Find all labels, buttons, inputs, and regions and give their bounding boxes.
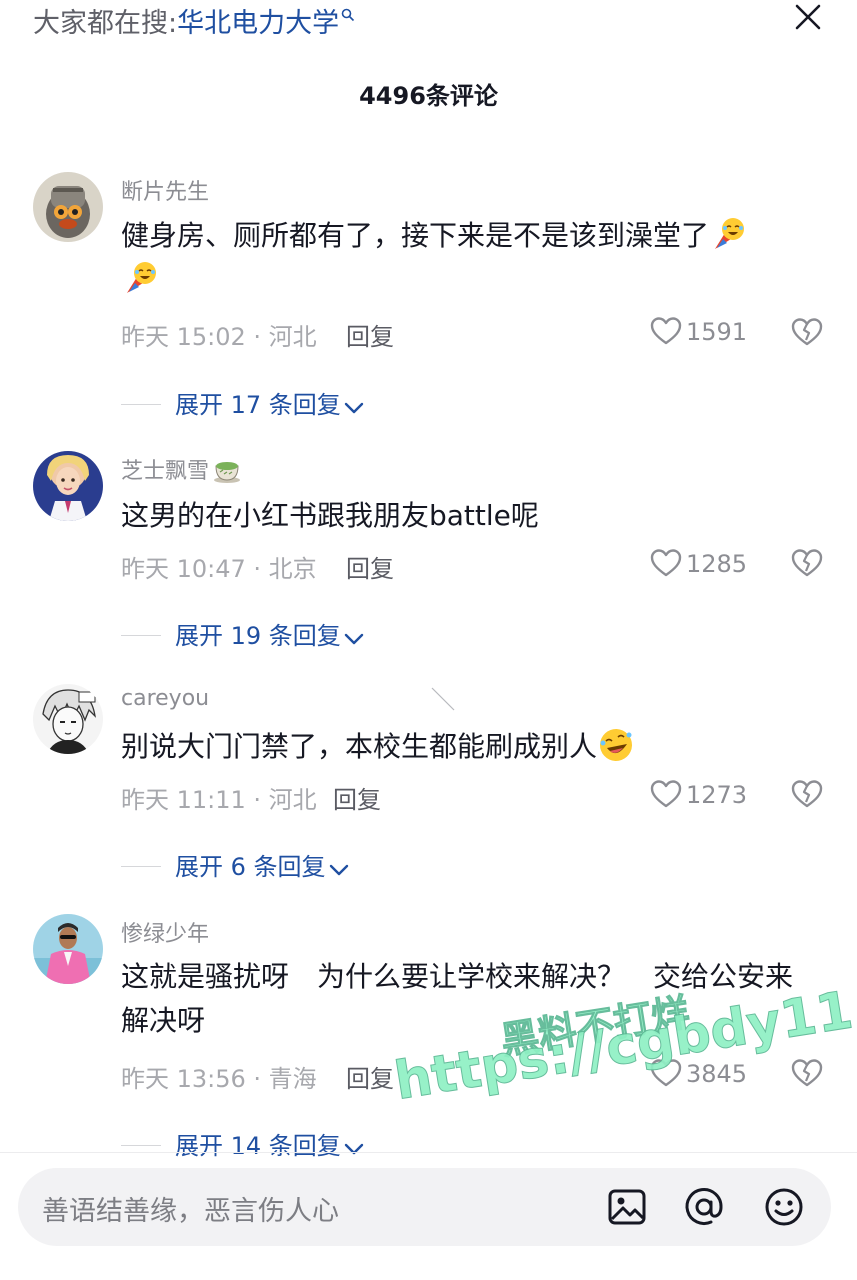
username-text: 芝士飘雪 [121,459,210,484]
reply-button[interactable]: 回复 [333,780,381,815]
close-icon[interactable] [793,2,823,32]
comment-timestamp-location: 昨天 15:02 · 河北 [121,323,317,351]
heart-outline-icon [650,780,682,808]
search-icon [341,8,355,22]
tea-cup-emoji-icon [214,462,241,483]
expand-replies-label: 展开 17 条回复 [175,391,341,419]
username[interactable]: 断片先生 [121,174,209,206]
like-button[interactable]: 1591 [650,316,747,346]
expand-replies-label: 展开 6 条回复 [175,853,326,881]
broken-heart-icon[interactable] [791,547,823,579]
trending-search-term[interactable]: 华北电力大学 [177,8,339,39]
heart-outline-icon [650,317,682,345]
expand-replies-label: 展开 14 条回复 [175,1132,341,1160]
like-count: 1591 [686,318,748,346]
image-icon[interactable] [606,1186,648,1228]
comment-timestamp-location: 昨天 10:47 · 北京 [121,555,317,583]
like-button[interactable]: 1285 [650,548,747,578]
username[interactable]: 惨绿少年 [121,916,209,948]
comment-text: 这男的在小红书跟我朋友battle呢 [121,499,539,532]
expand-replies-button[interactable]: 展开 17 条回复 [121,385,364,420]
trending-search-bar[interactable]: 大家都在搜:华北电力大学 [33,6,355,42]
avatar[interactable] [33,914,103,984]
expand-replies-button[interactable]: 展开 14 条回复 [121,1126,364,1161]
at-icon[interactable] [683,1186,725,1228]
comment-text-body: 健身房、厕所都有了，接下来是不是该到澡堂了 [121,219,710,252]
comment-input-placeholder[interactable]: 善语结善缘，恶言伤人心 [42,1189,339,1228]
laughing-crying-emoji-icon [715,218,745,249]
username[interactable]: careyou [121,686,209,711]
divider [121,866,161,867]
divider [121,635,161,636]
comment-timestamp-location: 昨天 13:56 · 青海 [121,1065,317,1093]
expand-replies-button[interactable]: 展开 6 条回复 [121,847,349,882]
comment-input-bar[interactable]: 善语结善缘，恶言伤人心 [18,1168,831,1246]
emoji-icon[interactable] [763,1186,805,1228]
reply-button[interactable]: 回复 [346,1059,394,1094]
chevron-down-icon [344,402,363,414]
like-count: 1273 [686,781,748,809]
comment-timestamp-location: 昨天 11:11 · 河北 [121,786,317,814]
broken-heart-icon[interactable] [791,778,823,810]
trending-search-prefix: 大家都在搜: [33,8,178,39]
like-button[interactable]: 1273 [650,779,747,809]
like-count: 1285 [686,550,748,578]
expand-replies-button[interactable]: 展开 19 条回复 [121,616,364,651]
heart-outline-icon [650,549,682,577]
reply-button[interactable]: 回复 [346,317,394,352]
chevron-down-icon [329,864,348,876]
avatar[interactable] [33,172,103,242]
expand-replies-label: 展开 19 条回复 [175,622,341,650]
username[interactable]: 芝士飘雪 [121,453,242,485]
scroll-indicator [431,687,455,711]
comment-text-body: 别说大门门禁了，本校生都能刷成别人 [121,730,598,763]
laughing-crying-emoji-icon [127,262,156,293]
avatar[interactable] [33,684,103,754]
broken-heart-icon[interactable] [791,316,823,348]
divider [121,1145,161,1146]
divider [121,404,161,405]
avatar[interactable] [33,451,103,521]
broken-heart-icon[interactable] [791,1057,823,1089]
comment-count-title: 4496条评论 [359,82,498,110]
comment-text: 健身房、厕所都有了，接下来是不是该到澡堂了 [121,214,801,302]
comment-text: 别说大门门禁了，本校生都能刷成别人 [121,725,801,769]
rolling-laughing-emoji-icon [600,729,633,761]
reply-button[interactable]: 回复 [346,549,394,584]
chevron-down-icon [344,1143,363,1155]
chevron-down-icon [344,633,363,645]
divider [0,1152,857,1153]
